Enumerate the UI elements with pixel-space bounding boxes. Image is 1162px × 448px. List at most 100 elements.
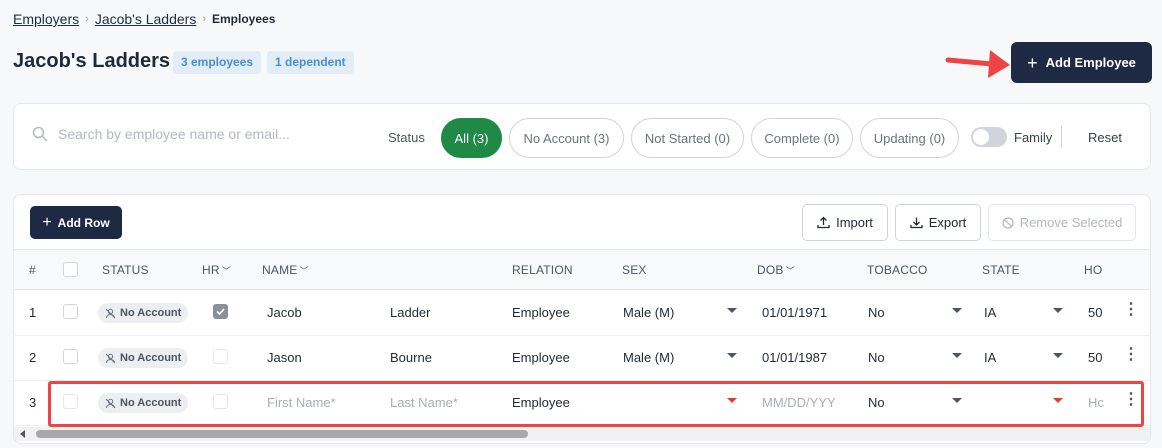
- status-badge: No Account: [98, 303, 189, 323]
- sex-select[interactable]: Male (M): [623, 305, 674, 320]
- remove-selected-button[interactable]: Remove Selected: [988, 204, 1136, 241]
- user-off-icon: [105, 353, 116, 363]
- add-row-label: Add Row: [57, 215, 110, 230]
- scrollbar-thumb[interactable]: [36, 430, 528, 438]
- dropdown-caret-icon[interactable]: [952, 308, 962, 313]
- tobacco-select[interactable]: No: [868, 350, 885, 365]
- table-row: 1 No Account Jacob Ladder Employee Male …: [14, 291, 1150, 336]
- status-filter-label: Status: [388, 130, 425, 145]
- state-select[interactable]: IA: [984, 305, 996, 320]
- dependents-count-badge: 1 dependent: [267, 51, 354, 74]
- filter-bar: Search by employee name or email... Stat…: [13, 103, 1151, 170]
- import-label: Import: [836, 215, 873, 230]
- upload-icon: [817, 216, 830, 229]
- export-label: Export: [928, 215, 967, 230]
- column-header-tobacco: TOBACCO: [867, 263, 928, 277]
- breadcrumb-employer-link[interactable]: Jacob's Ladders: [95, 11, 197, 27]
- first-name-field[interactable]: Jason: [267, 350, 302, 365]
- status-badge-label: No Account: [120, 352, 182, 364]
- add-employee-button[interactable]: + Add Employee: [1011, 42, 1152, 83]
- user-off-icon: [105, 308, 116, 318]
- hr-checkbox[interactable]: [213, 304, 228, 319]
- divider: [1061, 126, 1062, 148]
- dob-field[interactable]: 01/01/1971: [762, 305, 827, 320]
- state-select[interactable]: IA: [984, 350, 996, 365]
- chevron-down-icon: ﹀: [785, 266, 795, 276]
- last-name-field[interactable]: Bourne: [390, 350, 432, 365]
- select-all-checkbox[interactable]: [63, 262, 78, 277]
- column-header-name[interactable]: NAME ﹀: [262, 263, 309, 277]
- first-name-field[interactable]: Jacob: [267, 305, 302, 320]
- page-title: Jacob's Ladders: [13, 50, 171, 72]
- add-row-button[interactable]: + Add Row: [30, 206, 122, 239]
- dropdown-caret-icon[interactable]: [727, 308, 737, 313]
- status-pill-not-started[interactable]: Not Started (0): [631, 118, 744, 158]
- family-toggle[interactable]: [971, 127, 1007, 147]
- search-icon: [32, 126, 48, 142]
- dob-header-label: DOB: [757, 263, 784, 277]
- hr-checkbox[interactable]: [213, 349, 228, 364]
- row-checkbox[interactable]: [63, 349, 78, 364]
- dropdown-caret-icon[interactable]: [952, 353, 962, 358]
- status-badge: No Account: [98, 348, 189, 368]
- search-input[interactable]: Search by employee name or email...: [32, 126, 290, 142]
- toggle-knob: [973, 129, 989, 145]
- breadcrumb-employers-link[interactable]: Employers: [13, 11, 79, 27]
- dropdown-caret-icon[interactable]: [727, 353, 737, 358]
- table-header: # STATUS HR ﹀ NAME ﹀ RELATION SEX DOB ﹀ TOB…: [14, 249, 1150, 290]
- ban-icon: [1002, 216, 1014, 229]
- breadcrumb: Employers › Jacob's Ladders › Employees: [13, 11, 275, 27]
- sex-select[interactable]: Male (M): [623, 350, 674, 365]
- breadcrumb-separator: ›: [85, 13, 89, 25]
- column-header-hours: HO: [1084, 263, 1103, 277]
- column-header-number: #: [29, 263, 36, 277]
- relation-field[interactable]: Employee: [512, 305, 570, 320]
- employees-count-badge: 3 employees: [173, 51, 262, 74]
- plus-icon: +: [42, 213, 52, 231]
- dob-field[interactable]: 01/01/1987: [762, 350, 827, 365]
- remove-selected-label: Remove Selected: [1019, 215, 1123, 230]
- reset-button[interactable]: Reset: [1088, 130, 1122, 145]
- status-pill-complete[interactable]: Complete (0): [751, 118, 853, 158]
- scroll-left-arrow-icon[interactable]: [20, 430, 25, 438]
- column-header-relation: RELATION: [512, 263, 573, 277]
- family-toggle-label: Family: [1014, 130, 1053, 145]
- relation-field[interactable]: Employee: [512, 350, 570, 365]
- dropdown-caret-icon[interactable]: [1053, 353, 1063, 358]
- hr-header-label: HR: [202, 263, 220, 277]
- column-header-sex: SEX: [622, 263, 647, 277]
- import-button[interactable]: Import: [802, 204, 888, 241]
- row-checkbox[interactable]: [63, 304, 78, 319]
- column-header-hr[interactable]: HR ﹀: [202, 263, 231, 277]
- chevron-down-icon: ﹀: [299, 266, 309, 276]
- status-pill-no-account[interactable]: No Account (3): [509, 118, 624, 158]
- row-menu-icon[interactable]: ⋮: [1123, 347, 1139, 363]
- check-icon: [216, 308, 225, 316]
- hours-field[interactable]: 50: [1088, 305, 1102, 320]
- name-header-label: NAME: [262, 263, 298, 277]
- chevron-down-icon: ﹀: [221, 266, 231, 276]
- row-number: 2: [29, 350, 37, 365]
- column-header-status: STATUS: [102, 263, 149, 277]
- table-row: 2 No Account Jason Bourne Employee Male …: [14, 336, 1150, 381]
- row-menu-icon[interactable]: ⋮: [1123, 302, 1139, 318]
- add-employee-label: Add Employee: [1045, 55, 1136, 70]
- column-header-dob[interactable]: DOB ﹀: [757, 263, 795, 277]
- horizontal-scrollbar[interactable]: [14, 427, 1150, 441]
- status-badge-label: No Account: [120, 307, 182, 319]
- last-name-field[interactable]: Ladder: [390, 305, 430, 320]
- row-number: 1: [29, 305, 37, 320]
- status-pill-updating[interactable]: Updating (0): [860, 118, 959, 158]
- annotation-highlight-box: [48, 381, 1144, 427]
- hours-field[interactable]: 50: [1088, 350, 1102, 365]
- breadcrumb-current: Employees: [212, 12, 276, 26]
- download-icon: [910, 217, 923, 229]
- search-placeholder: Search by employee name or email...: [58, 126, 290, 142]
- column-header-state: STATE: [982, 263, 1020, 277]
- dropdown-caret-icon[interactable]: [1053, 308, 1063, 313]
- row-number: 3: [29, 395, 37, 410]
- status-pill-all[interactable]: All (3): [441, 118, 502, 158]
- tobacco-select[interactable]: No: [868, 305, 885, 320]
- plus-icon: +: [1027, 52, 1038, 73]
- export-button[interactable]: Export: [895, 204, 981, 241]
